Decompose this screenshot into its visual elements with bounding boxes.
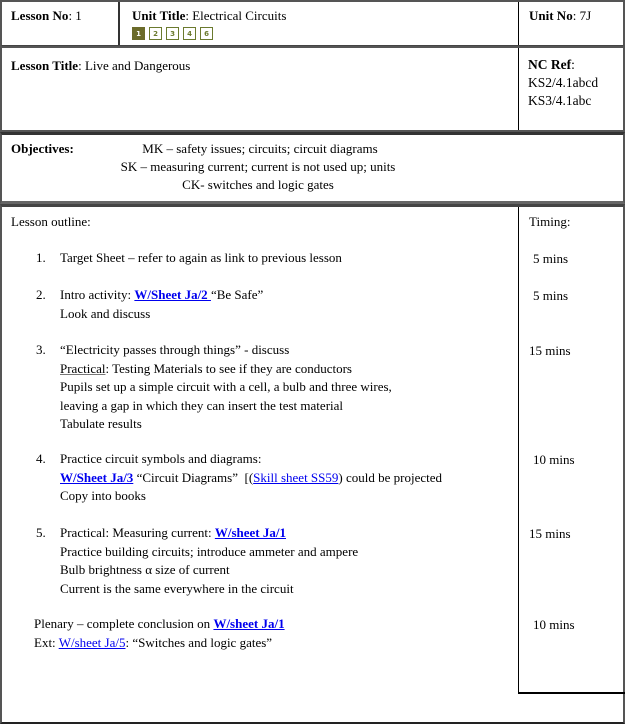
lesson-title-label: Lesson Title (11, 58, 79, 73)
item-text: : Testing Materials to see if they are c… (105, 360, 352, 376)
nc-ref-colon: : (571, 57, 575, 72)
ext-text: : “Switches and logic gates” (125, 634, 273, 650)
lesson-no-label: Lesson No (11, 8, 69, 23)
item-number: 4. (36, 451, 46, 466)
nc-ref-item: KS2/4.1abcd (528, 75, 599, 90)
timing-item-4: 10 mins (533, 452, 575, 467)
unit-title-cell: Unit Title: Electrical Circuits 1 2 3 4 … (122, 2, 518, 45)
item-line: Bulb brightness α size of current (60, 562, 230, 577)
item-line: Copy into books (60, 488, 146, 503)
item-number: 1. (36, 250, 46, 265)
plenary-worksheet-ja1-link[interactable]: W/sheet Ja/1 (213, 616, 284, 631)
nc-ref-item: KS3/4.1abc (528, 93, 592, 108)
unit-title-value: : Electrical Circuits (185, 8, 287, 23)
timing-item-1: 5 mins (533, 251, 569, 266)
nc-ref-cell: NC Ref: KS2/4.1abcd KS3/4.1abc (518, 48, 625, 130)
timing-item-2: 5 mins (533, 288, 569, 303)
header-row: Lesson No: 1 Unit Title: Electrical Circ… (0, 0, 625, 47)
pager-button-1[interactable]: 1 (132, 27, 145, 40)
timing-label: Timing: (529, 214, 571, 229)
pager-button-2[interactable]: 2 (149, 27, 162, 40)
timing-column: Timing: 5 mins 5 mins 15 mins 10 mins 15… (518, 207, 625, 694)
outline-item-4: 4. Practice circuit symbols and diagrams… (36, 450, 516, 506)
item-number: 5. (36, 525, 46, 540)
lesson-outline-row: Lesson outline: 1. Target Sheet – refer … (0, 204, 625, 724)
item-line: Practice building circuits; introduce am… (60, 543, 359, 559)
objective-sk: SK – measuring current; current is not u… (120, 159, 396, 174)
lesson-title-value: : Live and Dangerous (78, 58, 191, 73)
unit-no-cell: Unit No: 7J (518, 2, 625, 45)
lesson-title-cell: Lesson Title: Live and Dangerous (2, 48, 518, 130)
item-text: “Circuit Diagrams” [( (133, 469, 254, 485)
practical-label: Practical (60, 360, 106, 376)
objective-ck: CK- switches and logic gates (182, 177, 334, 192)
worksheet-ja5-link[interactable]: W/sheet Ja/5 (59, 635, 126, 650)
item-line: Current is the same everywhere in the ci… (60, 580, 294, 596)
unit-no-label: Unit No (529, 8, 573, 23)
lesson-title-row: Lesson Title: Live and Dangerous NC Ref:… (0, 46, 625, 132)
item-line: Pupils set up a simple circuit with a ce… (60, 379, 392, 394)
outline-item-3: 3. “Electricity passes through things” -… (36, 341, 516, 434)
timing-plenary: 10 mins (533, 617, 575, 632)
objective-mk: MK – safety issues; circuits; circuit di… (142, 141, 378, 156)
item-number: 3. (36, 342, 46, 357)
objectives-row: Objectives: MK – safety issues; circuits… (0, 132, 625, 204)
item-number: 2. (36, 287, 46, 302)
plenary-text: Plenary – complete conclusion on (34, 616, 214, 631)
lesson-pager: 1 2 3 4 6 (132, 27, 518, 40)
item-text: “Be Safe” (210, 287, 264, 302)
skill-sheet-ss59-link[interactable]: Skill sheet SS59 (253, 470, 338, 485)
unit-title-label: Unit Title (132, 8, 186, 23)
nc-ref-label: NC Ref (528, 57, 572, 72)
timing-item-5: 15 mins (529, 526, 571, 541)
unit-no-value: : 7J (572, 8, 592, 23)
pager-button-6[interactable]: 6 (200, 27, 213, 40)
item-text: Practical: Measuring current: (60, 525, 215, 540)
worksheet-ja1-link[interactable]: W/sheet Ja/1 (215, 525, 286, 540)
item-line: Look and discuss (60, 305, 151, 321)
outline-item-1: 1. Target Sheet – refer to again as link… (36, 249, 516, 268)
lesson-no-value: : 1 (68, 8, 82, 23)
item-text: Intro activity: (60, 287, 135, 302)
item-text: ) could be projected (338, 469, 442, 485)
lesson-no-cell: Lesson No: 1 (2, 2, 120, 45)
worksheet-ja3-link[interactable]: W/Sheet Ja/3 (60, 470, 133, 485)
plenary-block: Plenary – complete conclusion on W/sheet… (34, 615, 514, 652)
item-line: “Electricity passes through things” - di… (60, 342, 290, 357)
item-line: Tabulate results (60, 416, 142, 431)
pager-button-3[interactable]: 3 (166, 27, 179, 40)
outline-item-2: 2. Intro activity: W/Sheet Ja/2 “Be Safe… (36, 286, 516, 323)
outline-item-5: 5. Practical: Measuring current: W/sheet… (36, 524, 516, 598)
item-line: Practice circuit symbols and diagrams: (60, 451, 262, 466)
ext-text: Ext: (34, 634, 59, 650)
item-line: Target Sheet – refer to again as link to… (60, 250, 342, 265)
worksheet-ja2-link[interactable]: W/Sheet Ja/2 (134, 287, 211, 302)
item-line: leaving a gap in which they can insert t… (60, 397, 344, 413)
lesson-outline-label: Lesson outline: (11, 214, 91, 229)
pager-button-4[interactable]: 4 (183, 27, 196, 40)
timing-item-3: 15 mins (529, 343, 571, 358)
